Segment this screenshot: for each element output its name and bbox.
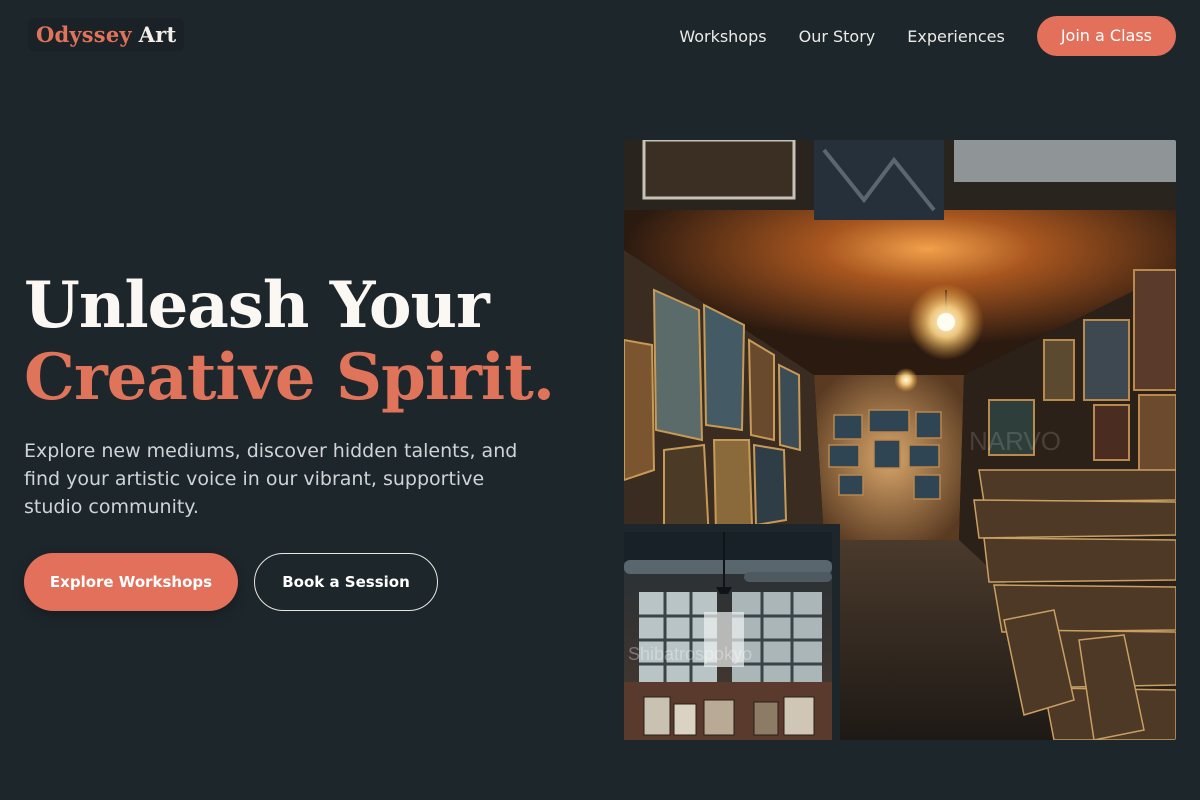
studio-interior-photo: Shibatrospokyo <box>624 532 832 740</box>
main-nav: Workshops Our Story Experiences Join a C… <box>679 16 1176 56</box>
inset-photo-watermark: Shibatrospokyo <box>628 644 752 664</box>
hero-title: Unleash Your Creative Spirit. <box>24 268 555 415</box>
hero-subtitle: Explore new mediums, discover hidden tal… <box>24 440 518 518</box>
hero-title-line2: Creative Spirit. <box>24 340 555 415</box>
nav-link-our-story[interactable]: Our Story <box>799 27 876 46</box>
studio-inset-frame: Shibatrospokyo <box>624 524 840 740</box>
brand-name-part2: Art <box>138 22 177 47</box>
main-photo-watermark: NARVO <box>969 426 1061 456</box>
book-session-button[interactable]: Book a Session <box>254 553 438 611</box>
brand-logo[interactable]: Odyssey Art <box>28 18 185 51</box>
explore-workshops-button[interactable]: Explore Workshops <box>24 553 238 611</box>
join-class-button[interactable]: Join a Class <box>1036 16 1176 56</box>
hero-title-line1: Unleash Your <box>24 268 490 343</box>
nav-link-experiences[interactable]: Experiences <box>907 27 1005 46</box>
brand-name-part1: Odyssey <box>36 22 132 47</box>
nav-link-workshops[interactable]: Workshops <box>679 27 766 46</box>
